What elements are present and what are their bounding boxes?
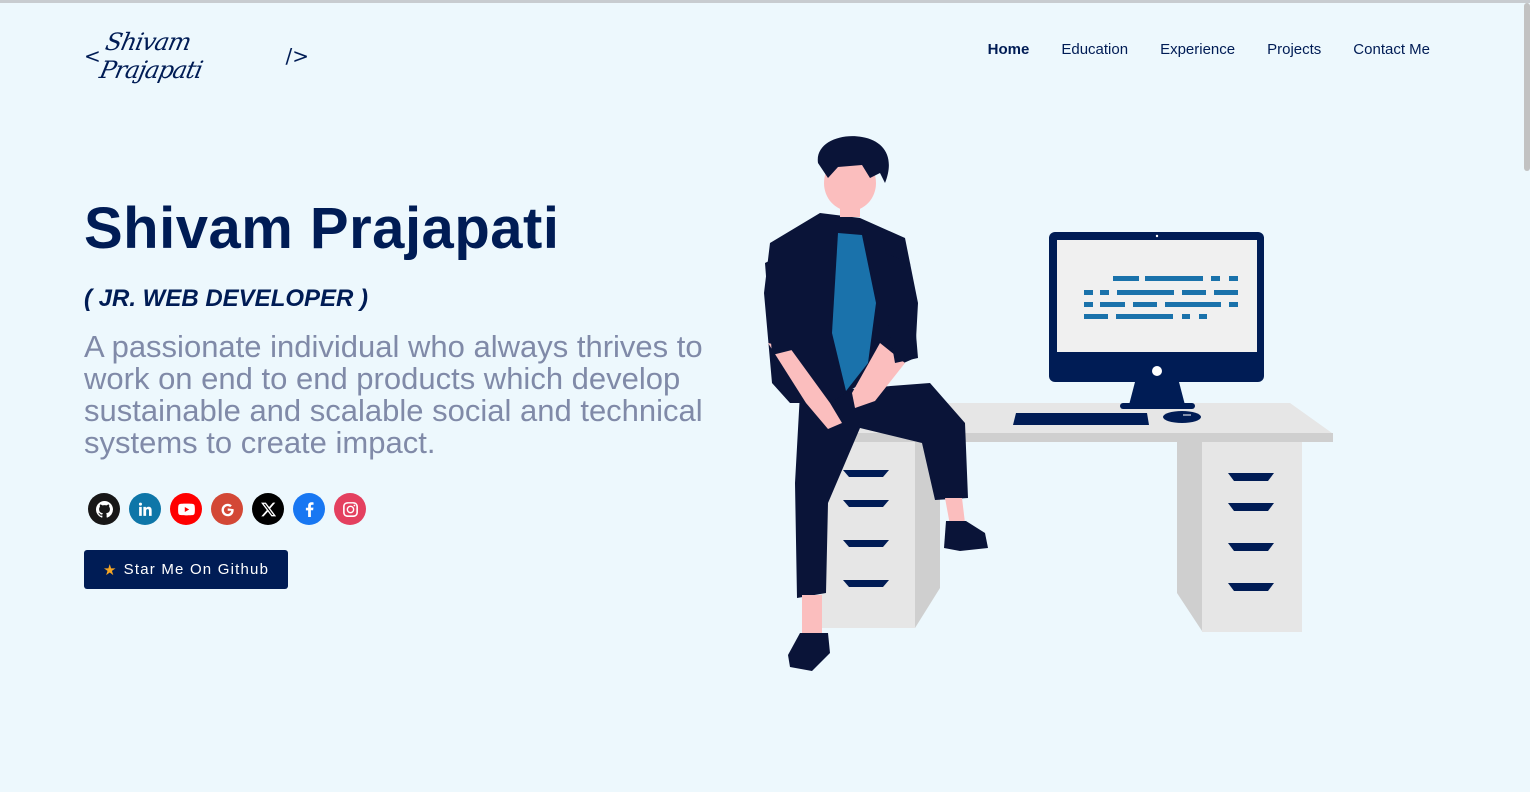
site-logo[interactable]: < Shivam Prajapati /> (84, 28, 310, 84)
x-icon[interactable] (252, 493, 284, 525)
nav-contact[interactable]: Contact Me (1353, 41, 1430, 58)
hero-name: Shivam Prajapati (84, 196, 560, 261)
page-scrollbar[interactable] (1524, 3, 1530, 171)
main-nav: Home Education Experience Projects Conta… (988, 41, 1430, 58)
google-icon[interactable] (211, 493, 243, 525)
nav-experience[interactable]: Experience (1160, 41, 1235, 58)
star-icon: ★ (103, 561, 118, 579)
linkedin-icon[interactable] (129, 493, 161, 525)
nav-education[interactable]: Education (1061, 41, 1128, 58)
logo-close-bracket: /> (285, 44, 310, 68)
github-icon[interactable] (88, 493, 120, 525)
nav-projects[interactable]: Projects (1267, 41, 1321, 58)
social-links (88, 493, 744, 525)
logo-signature: Shivam Prajapati (96, 28, 205, 84)
hero-role: ( JR. WEB DEVELOPER ) (84, 285, 369, 312)
nav-home[interactable]: Home (988, 41, 1030, 58)
facebook-icon[interactable] (293, 493, 325, 525)
logo-open-bracket: < (84, 44, 101, 68)
developer-illustration (764, 136, 1333, 671)
star-button-label: Star Me On Github (123, 561, 270, 578)
youtube-icon[interactable] (170, 493, 202, 525)
instagram-icon[interactable] (334, 493, 366, 525)
star-github-button[interactable]: ★ Star Me On Github (84, 550, 289, 589)
hero-section: Shivam Prajapati ( JR. WEB DEVELOPER ) A… (84, 195, 744, 589)
hero-intro: A passionate individual who always thriv… (84, 329, 703, 460)
